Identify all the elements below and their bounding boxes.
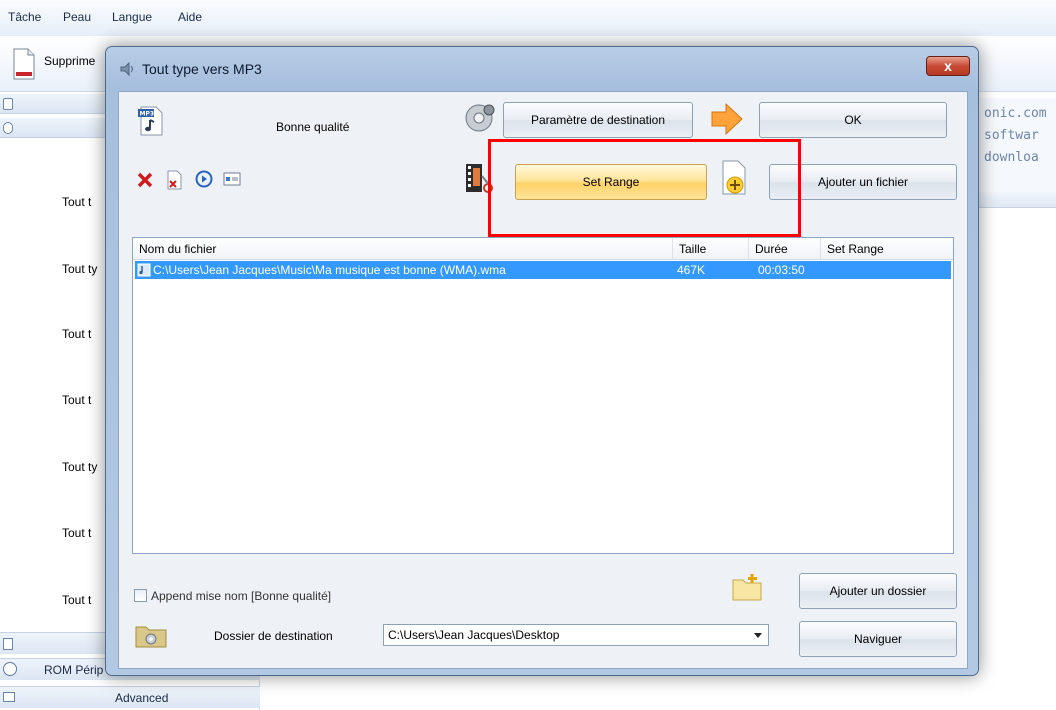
play-icon[interactable] — [195, 170, 213, 188]
menu-aide[interactable]: Aide — [178, 10, 202, 24]
cell-size: 467K — [677, 263, 706, 277]
sidebar-advanced-label: Advanced — [115, 691, 169, 705]
close-button[interactable]: x — [926, 56, 970, 76]
file-list[interactable]: Nom du fichier Taille Durée Set Range C:… — [132, 237, 954, 554]
delete-document-icon[interactable] — [12, 48, 36, 80]
page-icon — [3, 638, 13, 650]
remove-file-icon[interactable] — [165, 170, 183, 190]
highlight-box — [488, 139, 801, 237]
properties-icon[interactable] — [223, 172, 241, 186]
svg-text:MP3: MP3 — [140, 111, 155, 118]
audio-file-icon — [137, 263, 151, 277]
new-folder-icon — [732, 574, 762, 601]
column-filename[interactable]: Nom du fichier — [133, 238, 673, 260]
ok-button[interactable]: OK — [759, 102, 947, 138]
column-duration[interactable]: Durée — [749, 238, 821, 260]
mp3-file-icon: MP3 — [138, 106, 163, 136]
dialog-title: Tout type vers MP3 — [142, 61, 262, 77]
delete-icon[interactable] — [137, 172, 153, 188]
destination-folder-label: Dossier de destination — [214, 629, 333, 643]
sidebar-item[interactable]: Tout t — [62, 593, 91, 607]
chevron-down-icon — [754, 633, 762, 638]
column-size[interactable]: Taille — [673, 238, 749, 260]
site-text: softwar — [984, 128, 1039, 143]
dialog-titlebar[interactable]: Tout type vers MP3 x — [106, 47, 978, 91]
column-set-range[interactable]: Set Range — [821, 238, 953, 260]
site-text: downloa — [984, 150, 1039, 165]
sidebar-item[interactable]: Tout ty — [62, 262, 97, 276]
menu-tache[interactable]: Tâche — [8, 10, 41, 24]
destination-folder-icon — [135, 626, 167, 648]
append-name-checkbox[interactable] — [134, 589, 147, 602]
sidebar-rom-label: ROM Périp — [44, 663, 104, 677]
arrow-right-icon — [711, 102, 743, 136]
audio-icon — [3, 122, 13, 134]
sidebar-item[interactable]: Tout t — [62, 327, 91, 341]
cell-duration: 00:03:50 — [758, 263, 805, 277]
quality-label: Bonne qualité — [276, 120, 350, 134]
delete-toolbar-label[interactable]: Supprime — [44, 54, 95, 68]
sidebar-item[interactable]: Tout t — [62, 393, 91, 407]
cell-filename: C:\Users\Jean Jacques\Music\Ma musique e… — [153, 263, 506, 277]
settings-icon — [3, 692, 15, 702]
menu-peau[interactable]: Peau — [63, 10, 91, 24]
sidebar-item[interactable]: Tout ty — [62, 460, 97, 474]
menu-bar: Tâche Peau Langue Aide — [0, 0, 1056, 36]
append-name-label: Append mise nom [Bonne qualité] — [151, 589, 332, 603]
file-list-header: Nom du fichier Taille Durée Set Range — [133, 238, 953, 260]
sidebar-item[interactable]: Tout t — [62, 526, 91, 540]
site-text: onic.com — [984, 106, 1047, 121]
destination-folder-select[interactable]: C:\Users\Jean Jacques\Desktop — [383, 624, 769, 646]
menu-langue[interactable]: Langue — [112, 10, 152, 24]
sidebar-item[interactable]: Tout t — [62, 195, 91, 209]
disc-icon — [3, 662, 17, 676]
sidebar-advanced-row[interactable]: Advanced — [0, 686, 260, 708]
list-icon — [3, 98, 13, 110]
browse-button[interactable]: Naviguer — [799, 621, 957, 657]
table-row[interactable]: C:\Users\Jean Jacques\Music\Ma musique e… — [135, 261, 951, 279]
add-folder-button[interactable]: Ajouter un dossier — [799, 573, 957, 609]
destination-parameters-button[interactable]: Paramètre de destination — [503, 102, 693, 138]
speaker-icon — [120, 62, 133, 76]
settings-disc-icon — [465, 104, 495, 132]
background-right-strip — [978, 192, 1056, 208]
destination-folder-value: C:\Users\Jean Jacques\Desktop — [388, 628, 560, 642]
